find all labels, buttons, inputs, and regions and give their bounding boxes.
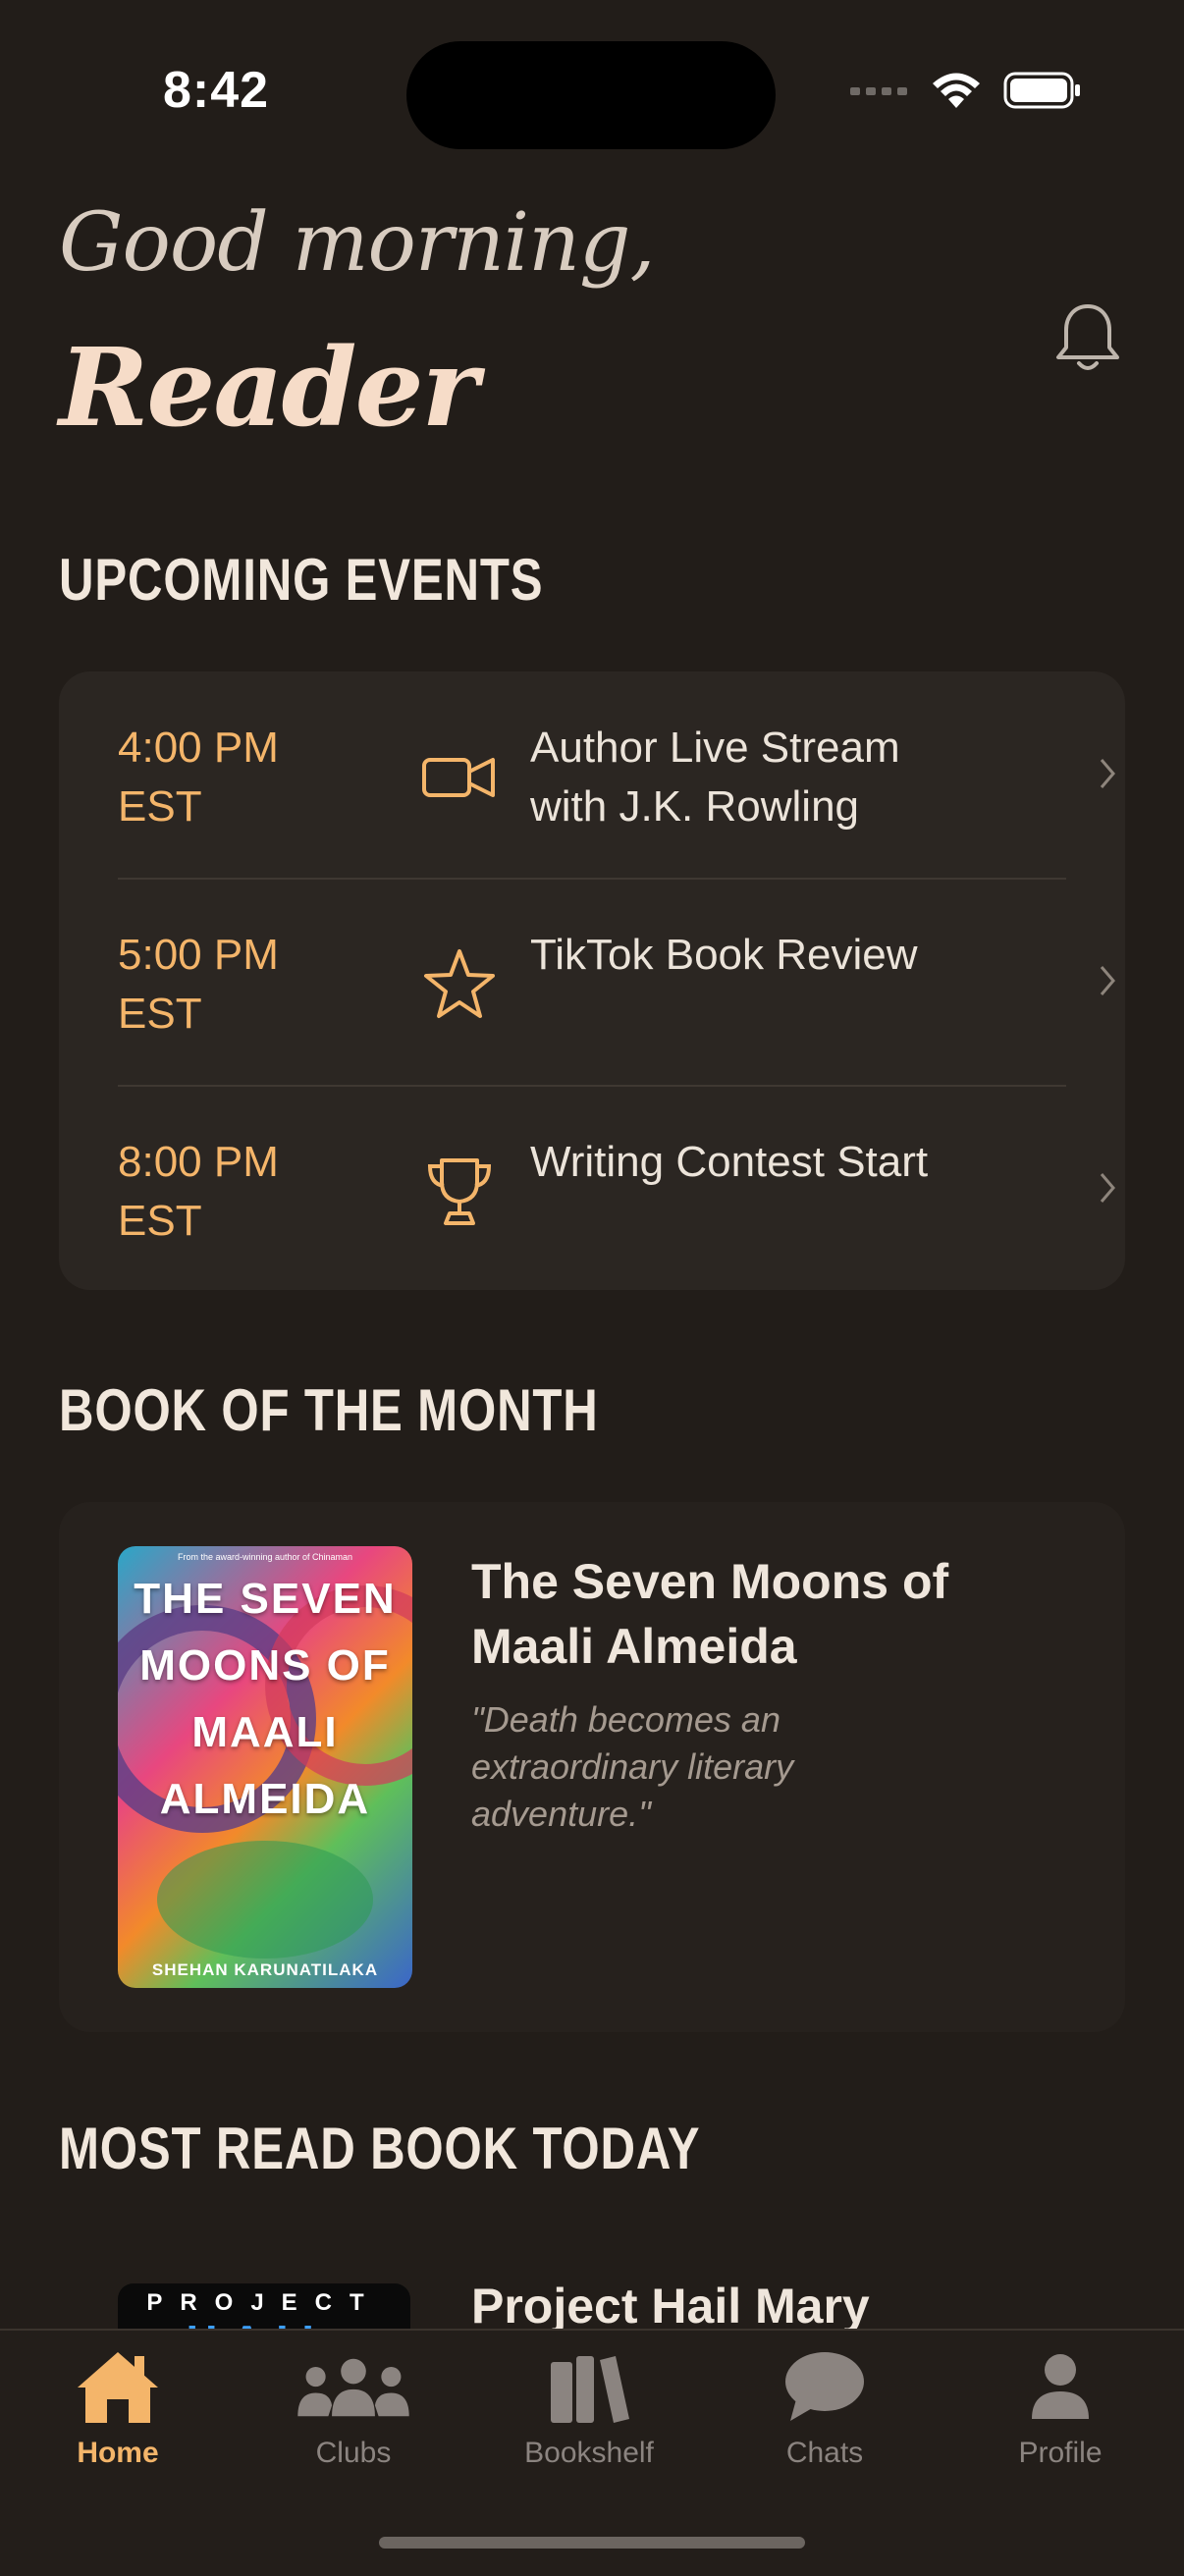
book-title: The Seven Moons of Maali Almeida	[471, 1554, 949, 1674]
chevron-right-icon	[1100, 966, 1115, 995]
tab-bookshelf[interactable]: Bookshelf	[471, 2331, 707, 2488]
greeting-text: Good morning,	[59, 196, 656, 290]
notification-bell-icon[interactable]	[1052, 300, 1123, 375]
book-cover: From the award-winning author of Chinama…	[118, 1546, 412, 1988]
section-title-most-read: MOST READ BOOK TODAY	[59, 2116, 701, 2181]
tab-label: Bookshelf	[524, 2437, 654, 2469]
event-time: 8:00 PM EST	[118, 1138, 279, 1245]
section-title-upcoming-events: UPCOMING EVENTS	[59, 547, 544, 613]
people-icon	[297, 2358, 409, 2417]
event-row[interactable]: 4:00 PM EST Author Live Stream with J.K.…	[59, 671, 1125, 878]
chat-bubble-icon	[785, 2352, 864, 2421]
book-of-month-card[interactable]: From the award-winning author of Chinama…	[59, 1502, 1125, 2032]
event-title: Author Live Stream with J.K. Rowling	[530, 724, 900, 831]
user-name: Reader	[59, 324, 479, 451]
battery-icon	[1003, 72, 1080, 109]
chevron-right-icon	[1100, 759, 1115, 788]
tab-clubs[interactable]: Clubs	[236, 2331, 471, 2488]
books-icon	[551, 2356, 629, 2423]
video-camera-icon	[422, 758, 495, 797]
event-time: 4:00 PM EST	[118, 724, 279, 831]
section-title-book-of-the-month: BOOK OF THE MONTH	[59, 1377, 599, 1443]
cover-title: THE SEVEN MOONS OF MAALI ALMEIDA	[134, 1575, 397, 1823]
person-icon	[1032, 2354, 1089, 2419]
status-bar: 8:42	[0, 0, 1184, 187]
tab-chats[interactable]: Chats	[707, 2331, 942, 2488]
book-quote: "Death becomes an extraordinary literary…	[471, 1699, 794, 1834]
tab-label: Profile	[1018, 2437, 1103, 2469]
tab-label: Clubs	[315, 2437, 392, 2469]
home-indicator[interactable]	[379, 2537, 805, 2549]
status-time: 8:42	[163, 62, 270, 119]
event-row[interactable]: 5:00 PM EST TikTok Book Review	[59, 879, 1125, 1085]
event-row[interactable]: 8:00 PM EST Writing Contest Start	[59, 1086, 1125, 1292]
tab-label: Home	[77, 2437, 159, 2469]
trophy-icon	[427, 1158, 492, 1225]
dynamic-island	[406, 41, 776, 149]
tab-profile[interactable]: Profile	[942, 2331, 1178, 2488]
cover-author: SHEHAN KARUNATILAKA	[151, 1960, 379, 1979]
wifi-icon	[933, 73, 980, 108]
chevron-right-icon	[1100, 1173, 1115, 1203]
cellular-signal-icon	[850, 87, 907, 95]
event-time: 5:00 PM EST	[118, 931, 279, 1038]
event-title: TikTok Book Review	[530, 931, 918, 979]
events-card: 4:00 PM EST Author Live Stream with J.K.…	[59, 671, 1125, 1290]
cover-line-1: PROJECT	[146, 2289, 382, 2316]
home-icon	[78, 2352, 158, 2423]
tab-label: Chats	[785, 2437, 864, 2469]
tab-home[interactable]: Home	[0, 2331, 236, 2488]
most-read-book-title[interactable]: Project Hail Mary	[471, 2278, 870, 2334]
event-title: Writing Contest Start	[530, 1138, 929, 1186]
star-icon	[424, 949, 495, 1018]
cover-top-line: From the award-winning author of Chinama…	[177, 1552, 353, 1562]
status-icons	[850, 71, 1082, 110]
